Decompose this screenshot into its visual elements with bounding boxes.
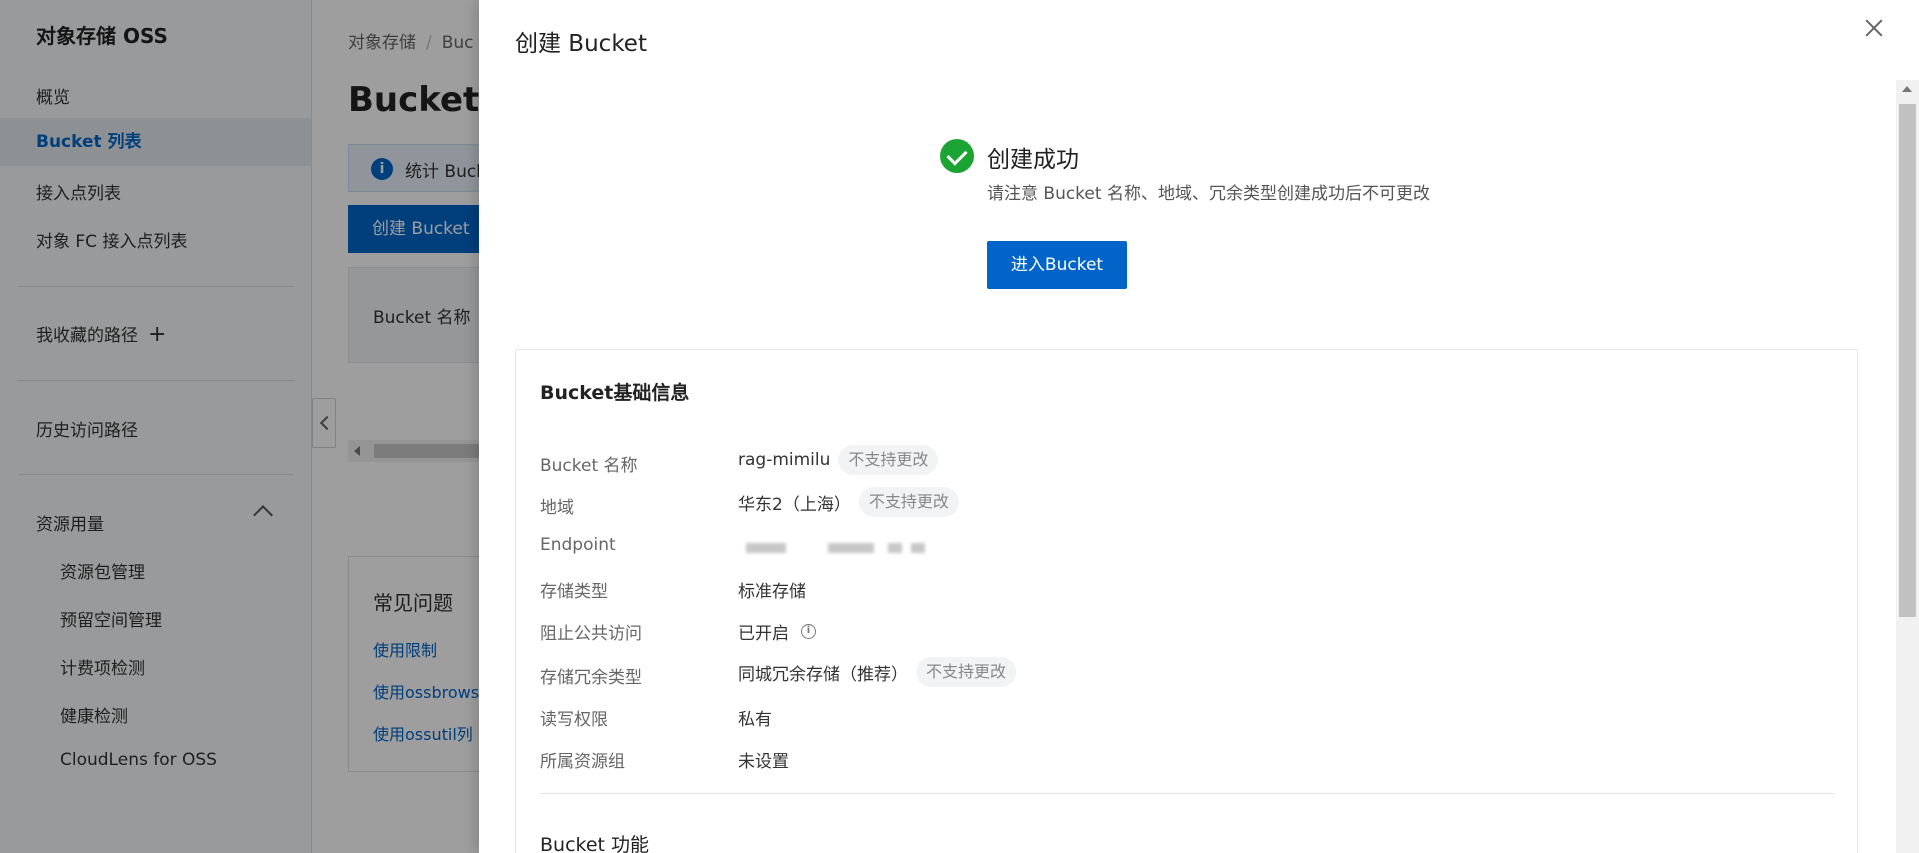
success-title: 创建成功	[987, 147, 1079, 173]
bucket-features-title: Bucket 功能	[540, 834, 650, 853]
block-public-value: 已开启	[738, 624, 789, 644]
card-title: Bucket基础信息	[540, 382, 690, 404]
row-label-region: 地域	[540, 498, 574, 518]
row-label-resource-group: 所属资源组	[540, 752, 625, 772]
readonly-tag: 不支持更改	[838, 445, 939, 475]
row-label-endpoint: Endpoint	[540, 535, 616, 555]
row-value-block-public: 已开启 i	[738, 619, 816, 644]
drawer-title: 创建 Bucket	[515, 31, 647, 57]
row-label-acl: 读写权限	[540, 710, 608, 730]
row-label-redundancy: 存储冗余类型	[540, 668, 642, 688]
bucket-name-value: rag-mimilu	[738, 450, 831, 470]
region-value: 华东2（上海）	[738, 494, 851, 515]
enter-bucket-button[interactable]: 进入Bucket	[987, 241, 1127, 289]
scrollbar-thumb[interactable]	[1899, 104, 1916, 617]
readonly-tag: 不支持更改	[858, 487, 959, 517]
readonly-tag: 不支持更改	[916, 657, 1017, 687]
row-value-storage-class: 标准存储	[738, 582, 806, 602]
row-value-acl: 私有	[738, 710, 772, 730]
row-value-region: 华东2（上海） 不支持更改	[738, 487, 959, 517]
card-divider	[540, 793, 1835, 794]
redundancy-value: 同城冗余存储（推荐）	[738, 664, 908, 685]
row-label-block-public: 阻止公共访问	[540, 624, 642, 644]
row-label-storage-class: 存储类型	[540, 582, 608, 602]
create-bucket-drawer: 创建 Bucket 创建成功 请注意 Bucket 名称、地域、冗余类型创建成功…	[479, 0, 1919, 853]
success-description: 请注意 Bucket 名称、地域、冗余类型创建成功后不可更改	[987, 184, 1430, 204]
bucket-info-card: Bucket基础信息 Bucket 名称 rag-mimilu 不支持更改 地域…	[515, 349, 1858, 853]
row-value-resource-group: 未设置	[738, 752, 789, 772]
vertical-scrollbar[interactable]	[1896, 80, 1919, 853]
scroll-up-icon[interactable]	[1902, 86, 1912, 92]
row-label-bucket-name: Bucket 名称	[540, 456, 638, 476]
row-value-bucket-name: rag-mimilu 不支持更改	[738, 445, 939, 475]
success-check-icon	[940, 139, 974, 173]
row-value-redundancy: 同城冗余存储（推荐） 不支持更改	[738, 657, 1017, 687]
close-icon[interactable]	[1862, 16, 1886, 40]
info-circle-icon[interactable]: i	[801, 624, 816, 639]
